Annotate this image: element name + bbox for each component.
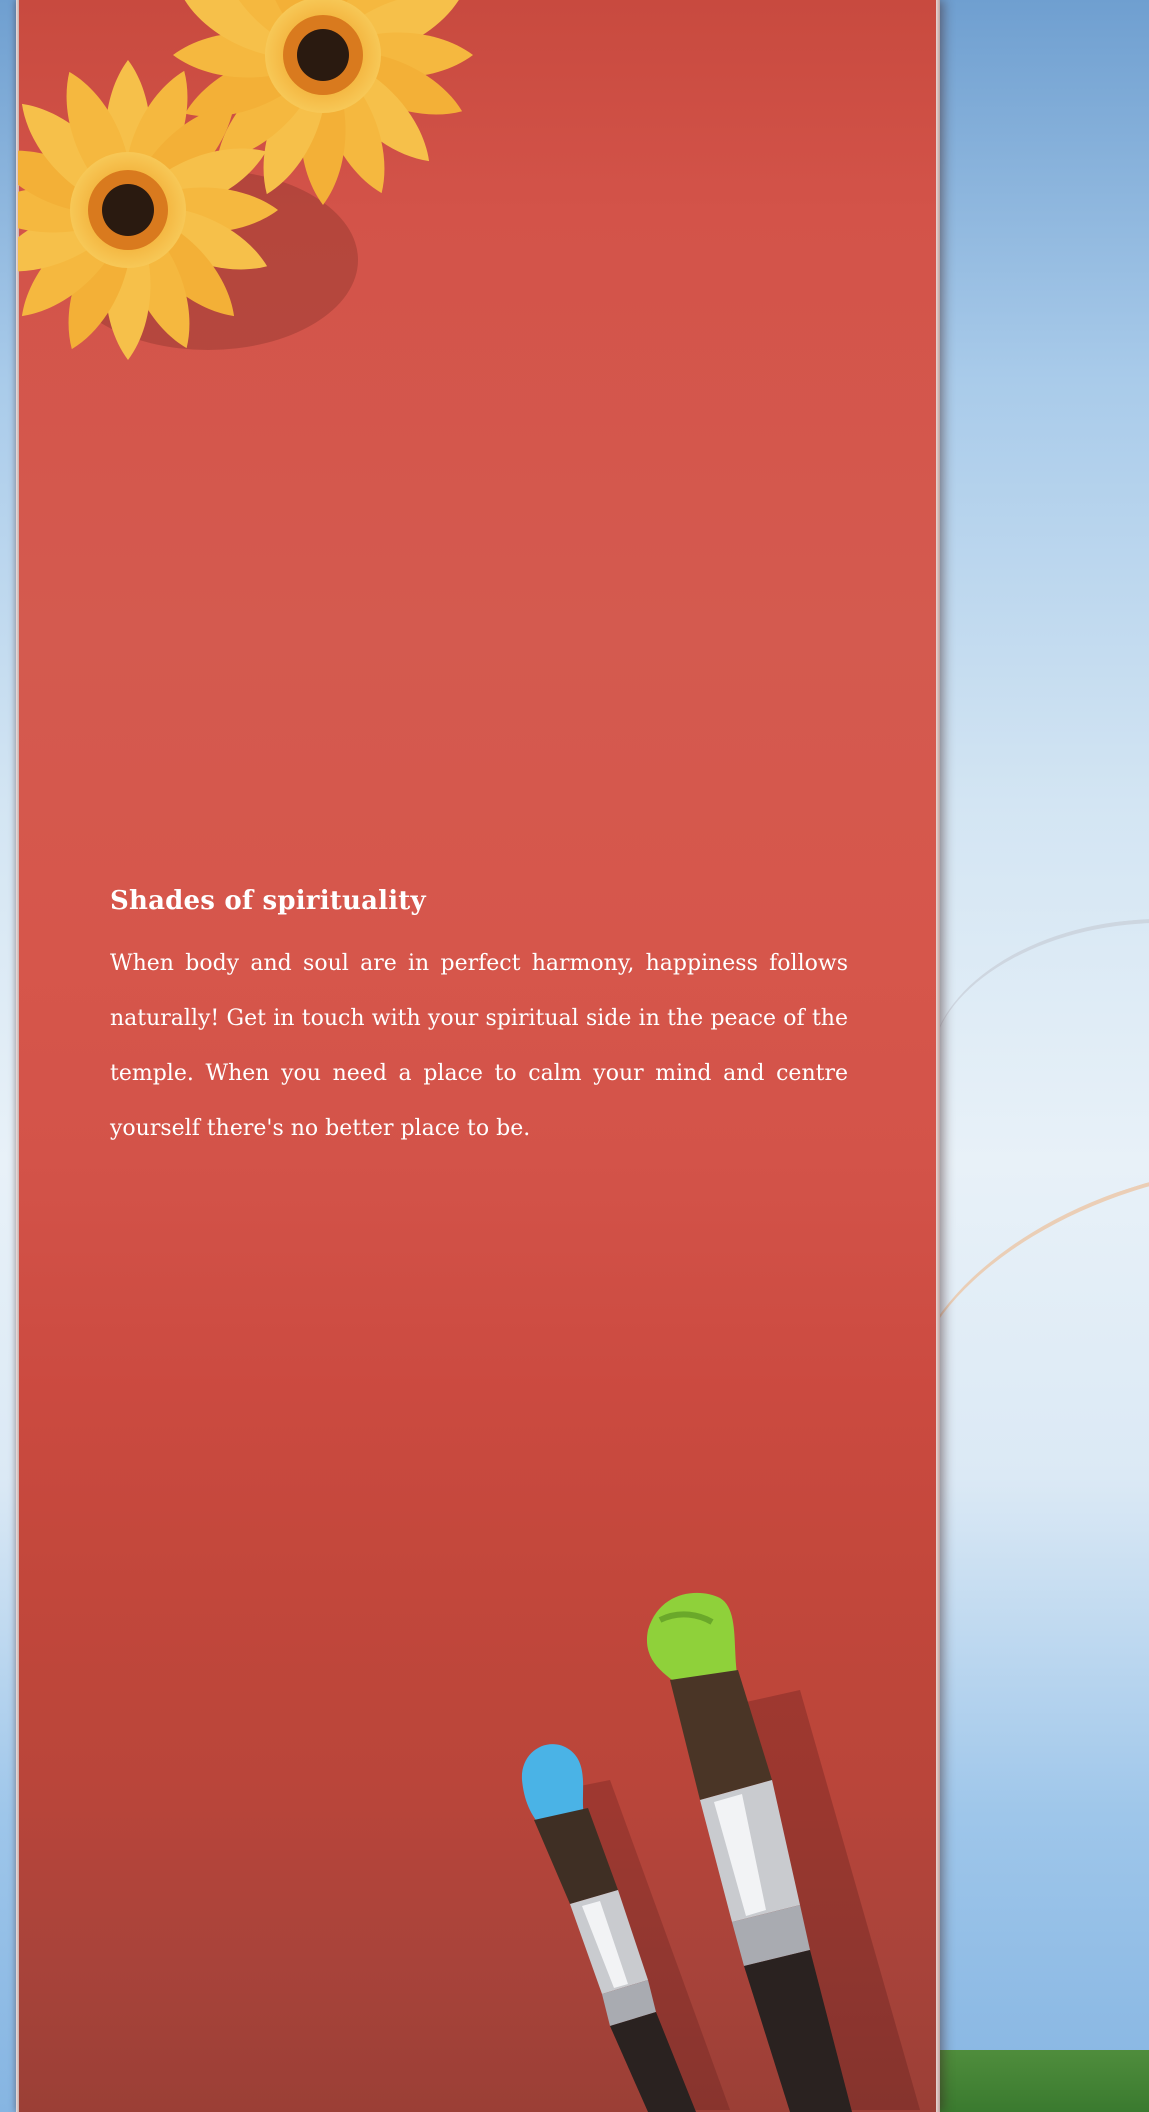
flowers-image (18, 0, 473, 360)
grass-strip (935, 2050, 1149, 2112)
panel-right-edge (936, 0, 940, 2112)
article-text-block: Shades of spirituality When body and sou… (110, 880, 848, 1156)
paint-brushes-image (521, 1592, 920, 2112)
article-heading: Shades of spirituality (110, 886, 426, 916)
article-body: When body and soul are in perfect harmon… (110, 951, 848, 1141)
